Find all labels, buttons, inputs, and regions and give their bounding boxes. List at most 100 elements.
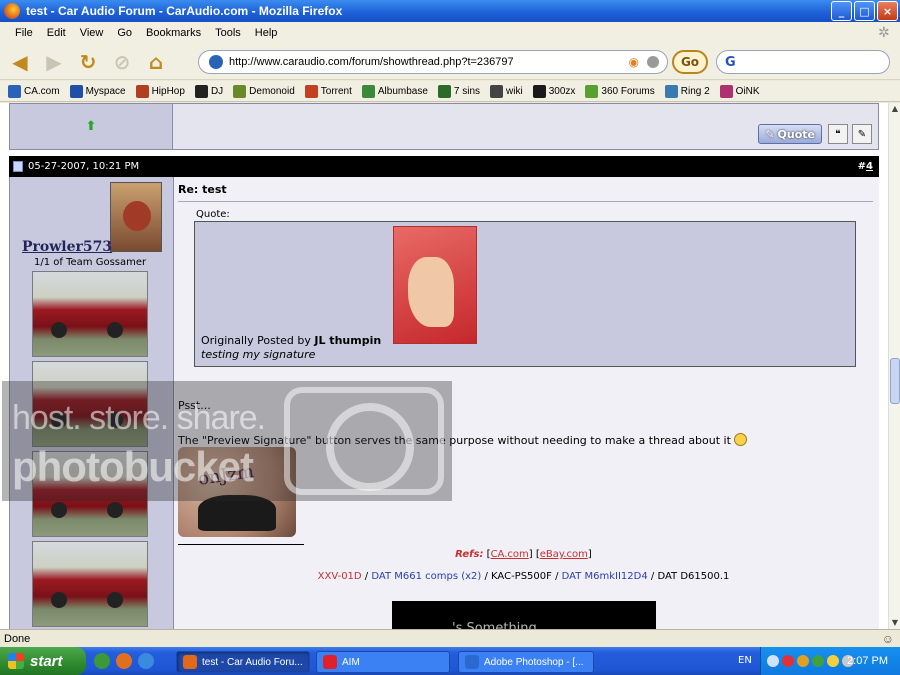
post-number-link[interactable]: 4 — [866, 161, 873, 172]
bookmark-item[interactable]: HipHop — [135, 84, 185, 98]
signature-ink-text: onJzm — [196, 461, 256, 490]
vertical-scrollbar[interactable]: ▲ ▼ — [888, 103, 900, 629]
edit-post-icon[interactable]: ✎ — [852, 124, 872, 144]
bookmark-label: 360 Forums — [601, 85, 655, 97]
message-line-2: The "Preview Signature" button serves th… — [178, 433, 747, 447]
refs-link-ebay[interactable]: eBay.com — [540, 549, 588, 560]
tray-network-icon[interactable] — [797, 655, 809, 667]
bookmark-label: Ring 2 — [680, 85, 710, 97]
post-document-icon — [13, 161, 23, 172]
reload-icon[interactable]: ↻ — [74, 48, 102, 76]
bookmark-item[interactable]: Demonoid — [233, 84, 295, 98]
quicklaunch-firefox-icon[interactable] — [116, 653, 132, 669]
multiquote-icon[interactable]: ❝ — [828, 124, 848, 144]
bookmark-icon — [532, 84, 546, 98]
title-bar: test - Car Audio Forum - CarAudio.com - … — [0, 0, 900, 22]
window-title: test - Car Audio Forum - CarAudio.com - … — [26, 4, 343, 18]
post-subject: Re: test — [178, 183, 227, 196]
scroll-down-icon[interactable]: ▼ — [889, 617, 900, 629]
tray-icon[interactable] — [767, 655, 779, 667]
bookmark-item[interactable]: Torrent — [304, 84, 352, 98]
gear-item[interactable]: XXV-01D — [318, 571, 362, 582]
rss-feed-icon[interactable]: ◉ — [629, 55, 639, 69]
menu-file[interactable]: File — [8, 27, 40, 39]
home-icon[interactable]: ⌂ — [142, 48, 170, 76]
bookmark-icon — [585, 84, 599, 98]
gear-item[interactable]: DAT M6mkII12D4 — [562, 571, 648, 582]
bookmark-label: Torrent — [320, 85, 352, 97]
post-number[interactable]: #4 — [858, 161, 873, 172]
banner-text: 's Something — [452, 621, 537, 629]
quote-button[interactable]: ✎ Quote — [758, 124, 822, 144]
bookmark-icon — [135, 84, 149, 98]
menu-view[interactable]: View — [73, 27, 111, 39]
start-button[interactable]: start — [0, 647, 86, 675]
menu-tools[interactable]: Tools — [208, 27, 248, 39]
user-title: 1/1 of Team Gossamer — [34, 257, 147, 268]
taskbar-button[interactable]: AIM — [316, 651, 450, 673]
username-link[interactable]: Prowler573 — [22, 239, 112, 255]
previous-post-footer: ⬆ ✎ Quote ❝ ✎ — [9, 103, 879, 150]
bookmark-icon — [8, 84, 21, 98]
bookmark-item[interactable]: Ring 2 — [664, 84, 710, 98]
taskbar-button[interactable]: test - Car Audio Foru... — [176, 651, 310, 673]
bookmark-label: 7 sins — [453, 85, 481, 97]
quicklaunch-ie-icon[interactable] — [138, 653, 154, 669]
bookmark-label: CA.com — [24, 85, 60, 97]
go-button[interactable]: Go — [672, 50, 708, 74]
bookmark-item[interactable]: Albumbase — [361, 84, 428, 98]
smiley-icon — [733, 433, 747, 446]
maximize-button[interactable]: □ — [854, 1, 875, 21]
bookmark-item[interactable]: DJ — [194, 84, 224, 98]
bookmark-label: Demonoid — [249, 85, 295, 97]
search-input[interactable]: G — [716, 50, 890, 74]
menu-go[interactable]: Go — [110, 27, 139, 39]
quick-launch — [94, 653, 154, 669]
menu-bookmarks[interactable]: Bookmarks — [139, 27, 208, 39]
user-car-photo — [32, 271, 148, 357]
bookmark-item[interactable]: 7 sins — [437, 84, 481, 98]
close-button[interactable]: × — [877, 1, 898, 21]
bookmark-item[interactable]: Myspace — [69, 84, 126, 98]
tray-aim-icon[interactable] — [782, 655, 794, 667]
menu-help[interactable]: Help — [248, 27, 285, 39]
bookmark-icon — [194, 84, 208, 98]
quote-label: Quote: — [196, 209, 230, 220]
scroll-up-icon[interactable]: ▲ — [889, 103, 900, 115]
bookmark-label: 300zx — [548, 85, 576, 97]
address-bar[interactable]: http://www.caraudio.com/forum/showthread… — [198, 50, 668, 74]
originally-posted-by-label: Originally Posted by — [201, 334, 311, 347]
subject-divider — [178, 201, 873, 202]
gear-item[interactable]: DAT M661 comps (x2) — [371, 571, 481, 582]
post-body: Prowler573 1/1 of Team Gossamer Re: test… — [9, 177, 879, 629]
bookmark-item[interactable]: 360 Forums — [585, 84, 655, 98]
bookmark-label: DJ — [210, 85, 224, 97]
bookmark-item[interactable]: 300zx — [532, 84, 576, 98]
windows-flag-icon — [8, 653, 24, 669]
quicklaunch-icon[interactable] — [94, 653, 110, 669]
minimize-button[interactable]: _ — [831, 1, 852, 21]
tray-security-icon[interactable] — [812, 655, 824, 667]
stop-icon[interactable]: ⊘ — [108, 48, 136, 76]
bookmark-item[interactable]: CA.com — [8, 84, 60, 98]
bookmark-item[interactable]: wiki — [490, 84, 523, 98]
menu-bar: File Edit View Go Bookmarks Tools Help — [0, 22, 900, 44]
scroll-thumb[interactable] — [890, 358, 900, 404]
dropdown-icon[interactable] — [647, 56, 659, 68]
menu-edit[interactable]: Edit — [40, 27, 73, 39]
user-car-photo — [32, 541, 148, 627]
google-search-icon[interactable]: G — [725, 55, 736, 70]
clock[interactable]: 2:07 PM — [847, 655, 888, 667]
gear-item: / — [361, 571, 372, 582]
bookmark-icon — [69, 84, 83, 98]
bookmark-item[interactable]: OiNK — [719, 84, 760, 98]
forward-icon[interactable]: ▶ — [40, 48, 68, 76]
refs-link-ca[interactable]: CA.com — [491, 549, 529, 560]
bookmark-icon — [361, 84, 375, 98]
post-number-prefix: # — [857, 161, 867, 172]
bookmark-icon — [304, 84, 318, 98]
taskbar-button[interactable]: Adobe Photoshop - [... — [458, 651, 594, 673]
back-icon[interactable]: ◀ — [6, 48, 34, 76]
tray-za-icon[interactable] — [827, 655, 839, 667]
language-indicator[interactable]: EN — [738, 655, 752, 666]
